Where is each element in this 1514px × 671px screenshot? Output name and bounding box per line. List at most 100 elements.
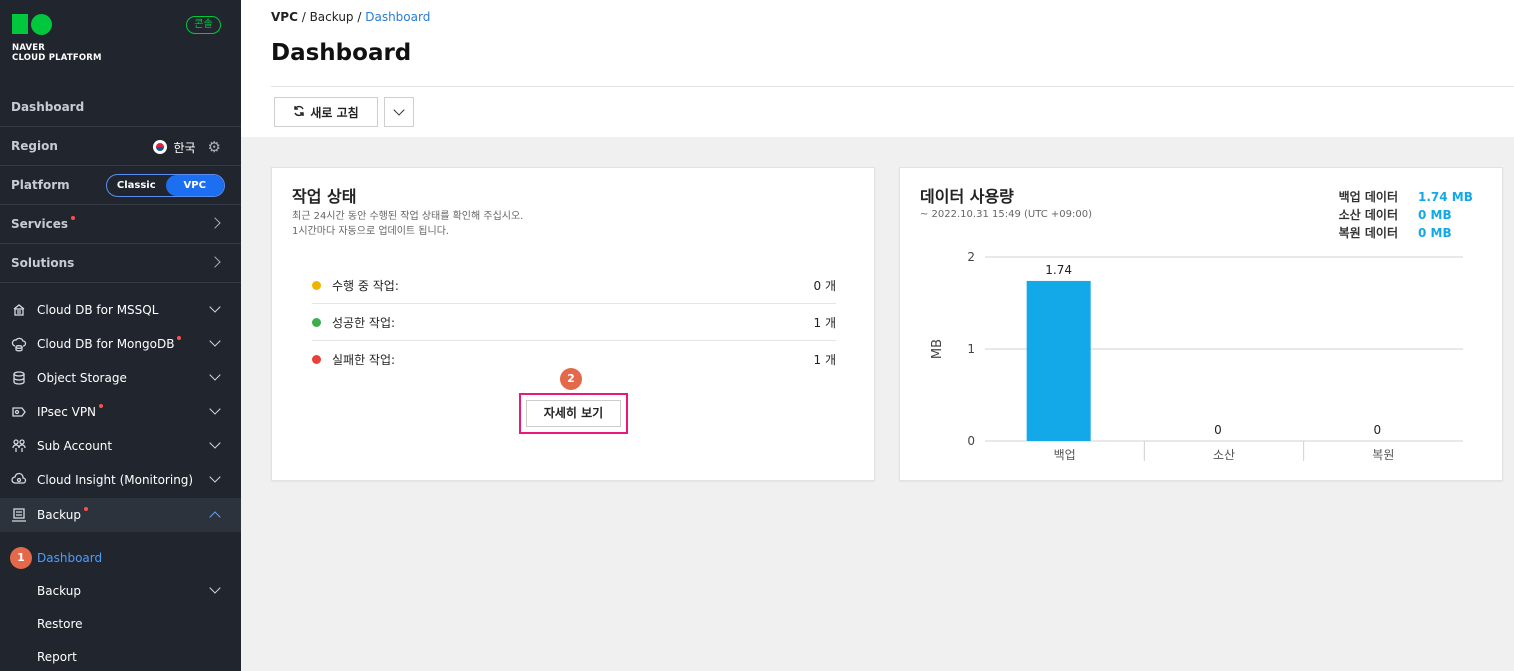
region-selector[interactable]: 한국 ⚙	[153, 138, 221, 156]
new-dot-icon	[177, 336, 182, 340]
platform-toggle[interactable]: Classic VPC	[106, 174, 225, 197]
more-dropdown-button[interactable]	[384, 97, 414, 127]
status-dot-icon	[312, 280, 321, 290]
status-value: 0 개	[813, 278, 837, 293]
x-tick-label: 백업	[1054, 448, 1076, 462]
breadcrumb-backup[interactable]: Backup	[310, 10, 354, 24]
sidebar-subitem-label: Backup	[37, 583, 81, 598]
status-dot-icon	[312, 317, 321, 327]
chevron-down-icon	[209, 582, 221, 594]
sidebar-services[interactable]: Services	[0, 205, 241, 244]
solutions-label: Solutions	[11, 256, 75, 270]
sidebar-subitem-report[interactable]: Report	[0, 640, 241, 671]
sidebar-subitem-restore[interactable]: Restore	[0, 607, 241, 640]
gear-icon[interactable]: ⚙	[208, 138, 221, 156]
platform-vpc-option[interactable]: VPC	[165, 175, 224, 196]
chevron-down-icon	[209, 437, 221, 449]
page-title: Dashboard	[271, 40, 412, 66]
sidebar-item-label: IPsec VPN	[37, 405, 97, 419]
bar-data-label: 0	[1374, 423, 1382, 437]
logo-mark-icon	[12, 14, 102, 35]
chevron-right-icon	[209, 217, 221, 229]
storage-icon	[11, 370, 27, 386]
sidebar-item-cloud-insight[interactable]: Cloud Insight (Monitoring)	[0, 463, 241, 497]
logo-line-2: CLOUD PLATFORM	[12, 53, 102, 63]
page-header: VPC / Backup / Dashboard Dashboard 새로 고침	[241, 0, 1514, 137]
data-usage-chart: 0 1 2 MB 1.74 백업 0 소산 0 복원	[930, 250, 1463, 462]
korea-flag-icon	[153, 140, 168, 154]
sidebar-platform: Platform Classic VPC	[0, 166, 241, 205]
console-button[interactable]: 콘솔	[186, 16, 221, 34]
status-dot-icon	[312, 355, 321, 364]
monitoring-icon	[11, 472, 27, 488]
sidebar-item-cloud-db-mssql[interactable]: Cloud DB for MSSQL	[0, 293, 241, 327]
status-row-success: 성공한 작업: 1 개	[312, 304, 836, 341]
title-divider	[271, 86, 1514, 87]
sidebar-dashboard[interactable]: Dashboard	[0, 88, 241, 127]
sidebar-item-label: Backup	[37, 508, 81, 522]
chevron-down-icon	[209, 369, 221, 381]
naver-cloud-logo[interactable]: NAVER CLOUD PLATFORM	[12, 14, 102, 63]
status-label: 수행 중 작업:	[332, 278, 399, 293]
y-axis-label: MB	[930, 339, 945, 359]
refresh-icon	[293, 105, 305, 120]
sidebar-subitem-label: Restore	[37, 616, 83, 631]
chevron-down-icon	[209, 301, 221, 313]
platform-classic-option[interactable]: Classic	[107, 175, 166, 196]
status-value: 1 개	[813, 315, 837, 330]
vpn-icon	[11, 404, 27, 420]
sidebar-item-ipsec-vpn[interactable]: IPsec VPN	[0, 395, 241, 429]
sidebar-item-cloud-db-mongodb[interactable]: Cloud DB for MongoDB	[0, 327, 241, 361]
y-tick-label: 0	[967, 434, 975, 448]
backup-icon	[11, 507, 27, 523]
chevron-up-icon	[209, 511, 221, 523]
breadcrumb-dashboard: Dashboard	[365, 10, 431, 24]
status-label: 실패한 작업:	[332, 353, 396, 367]
new-dot-icon	[84, 507, 88, 511]
sidebar-item-label: Object Storage	[37, 371, 127, 385]
sidebar-item-backup[interactable]: Backup	[0, 498, 241, 532]
status-label: 성공한 작업:	[332, 315, 396, 330]
sidebar: NAVER CLOUD PLATFORM 콘솔 Dashboard Region…	[0, 0, 241, 671]
data-usage-card: 데이터 사용량 ~ 2022.10.31 15:49 (UTC +09:00) …	[899, 167, 1503, 481]
job-status-desc-line1: 최근 24시간 동안 수행된 작업 상태를 확인해 주십시오.	[292, 211, 524, 222]
bar-data-label: 1.74	[1045, 263, 1072, 277]
job-status-title: 작업 상태	[292, 187, 357, 206]
sidebar-solutions[interactable]: Solutions	[0, 244, 241, 283]
region-value: 한국	[173, 140, 196, 155]
sidebar-item-label: Sub Account	[37, 439, 113, 453]
chevron-down-icon	[209, 471, 221, 483]
database-cloud-icon	[11, 302, 27, 318]
sidebar-item-label: Cloud Insight (Monitoring)	[37, 473, 194, 487]
logo-line-1: NAVER	[12, 43, 46, 53]
x-tick-label: 복원	[1372, 448, 1394, 462]
breadcrumb-vpc[interactable]: VPC	[271, 10, 298, 24]
status-value: 1 개	[813, 353, 837, 367]
new-dot-icon	[99, 404, 104, 408]
sidebar-item-label: Cloud DB for MSSQL	[37, 303, 159, 317]
sidebar-item-sub-account[interactable]: Sub Account	[0, 429, 241, 463]
view-details-button[interactable]: 자세히 보기	[526, 400, 621, 427]
sidebar-region: Region 한국 ⚙	[0, 127, 241, 166]
bar	[1026, 280, 1091, 441]
sidebar-subitem-dashboard[interactable]: Dashboard	[0, 541, 241, 574]
highlight-frame: 자세히 보기	[519, 393, 628, 434]
refresh-button[interactable]: 새로 고침	[274, 97, 378, 127]
job-status-description: 최근 24시간 동안 수행된 작업 상태를 확인해 주십시오. 1시간마다 자동…	[292, 209, 523, 239]
y-tick-label: 2	[967, 250, 975, 264]
refresh-label: 새로 고침	[310, 105, 359, 120]
status-row-running: 수행 중 작업: 0 개	[312, 267, 836, 304]
chevron-right-icon	[209, 256, 221, 268]
sidebar-item-object-storage[interactable]: Object Storage	[0, 361, 241, 395]
services-label: Services	[11, 217, 69, 231]
sidebar-dashboard-label: Dashboard	[11, 100, 85, 114]
job-status-card: 작업 상태 최근 24시간 동안 수행된 작업 상태를 확인해 주십시오. 1시…	[271, 167, 875, 481]
sidebar-subitem-backup[interactable]: Backup	[0, 574, 241, 607]
sidebar-subitem-label: Dashboard	[37, 550, 103, 565]
chevron-down-icon	[209, 403, 221, 415]
new-dot-icon	[71, 216, 76, 220]
y-tick-label: 1	[967, 342, 975, 356]
sub-account-icon	[11, 438, 27, 454]
x-tick-label: 소산	[1213, 448, 1235, 462]
region-label: Region	[11, 139, 58, 153]
